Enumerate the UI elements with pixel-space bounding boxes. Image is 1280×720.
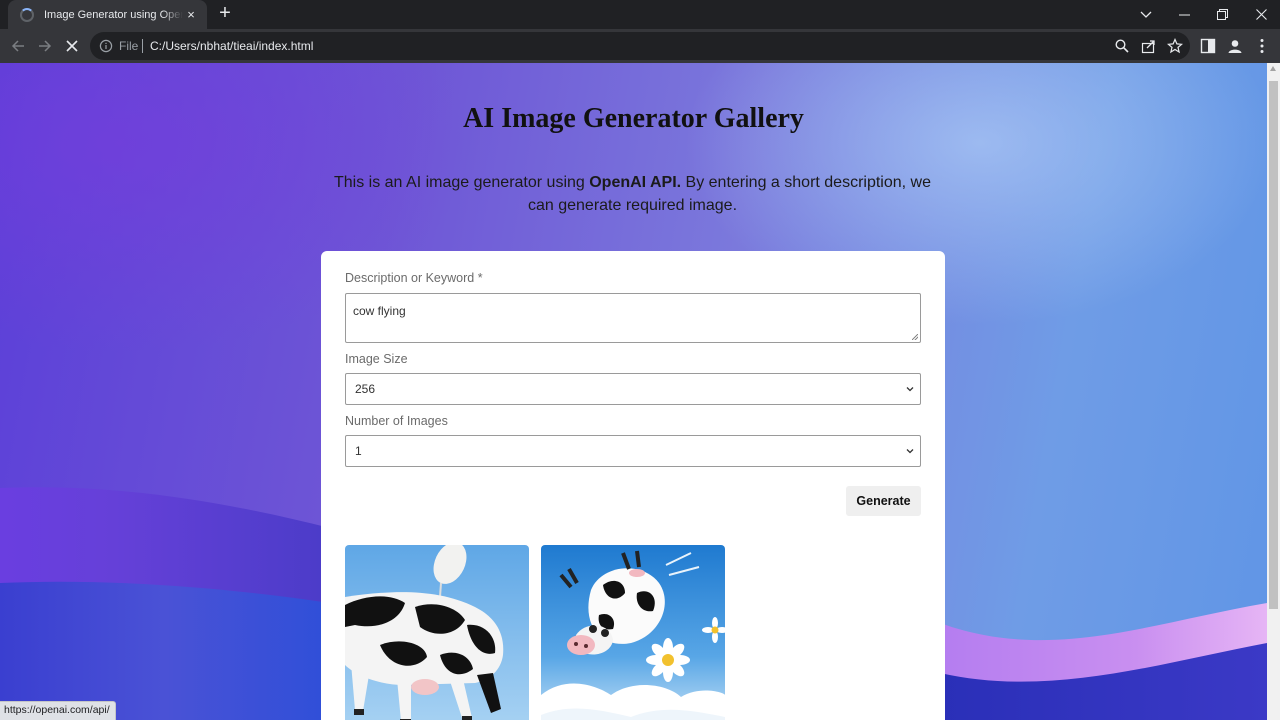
- profile-icon[interactable]: [1226, 37, 1244, 55]
- generated-image-2[interactable]: [541, 545, 725, 720]
- url-scheme-label: File: [119, 39, 139, 53]
- description-label: Description or Keyword *: [345, 271, 483, 285]
- description-textarea[interactable]: cow flying: [345, 293, 921, 343]
- cartoon-cow-image: [541, 545, 725, 720]
- browser-tab[interactable]: Image Generator using OpenAI API ×: [8, 0, 207, 29]
- star-icon[interactable]: [1167, 38, 1183, 54]
- share-icon[interactable]: [1141, 38, 1157, 54]
- image-size-value: 256: [355, 382, 376, 396]
- address-bar[interactable]: File C:/Users/nbhat/tieai/index.html: [90, 32, 1190, 60]
- scrollbar-thumb[interactable]: [1269, 81, 1278, 609]
- tab-strip: Image Generator using OpenAI API × +: [0, 0, 1280, 29]
- loading-spinner-icon: [20, 7, 34, 22]
- image-count-value: 1: [355, 444, 362, 458]
- intro-text-start: This is an AI image generator using: [333, 174, 590, 191]
- forward-arrow-icon[interactable]: [33, 34, 57, 58]
- close-icon[interactable]: ×: [183, 7, 199, 22]
- status-url-bubble: https://openai.com/api/: [0, 701, 116, 720]
- page-viewport: AI Image Generator Gallery This is an AI…: [0, 63, 1280, 720]
- flying-cow-image: [345, 545, 529, 720]
- omnibox-divider: [142, 39, 143, 53]
- info-icon[interactable]: [99, 39, 113, 53]
- browser-toolbar: File C:/Users/nbhat/tieai/index.html: [0, 29, 1280, 63]
- side-panel-icon[interactable]: [1199, 37, 1217, 55]
- tab-title: Image Generator using OpenAI API: [44, 8, 183, 21]
- openai-api-link[interactable]: OpenAI API.: [589, 174, 681, 191]
- description-value: cow flying: [353, 304, 406, 318]
- close-icon[interactable]: [1242, 0, 1280, 29]
- stop-loading-icon[interactable]: [60, 34, 84, 58]
- image-count-label: Number of Images: [345, 414, 448, 428]
- generate-button[interactable]: Generate: [846, 486, 921, 516]
- page-scrollbar[interactable]: [1267, 63, 1280, 720]
- intro-text: This is an AI image generator using Open…: [330, 171, 935, 217]
- generated-image-1[interactable]: [345, 545, 529, 720]
- resize-handle-icon[interactable]: [912, 334, 918, 340]
- generator-card: Description or Keyword * cow flying Imag…: [321, 251, 945, 720]
- image-size-label: Image Size: [345, 352, 408, 366]
- plus-icon[interactable]: +: [214, 3, 236, 25]
- minimize-icon[interactable]: [1165, 0, 1203, 29]
- chevron-down-icon: [906, 449, 914, 454]
- back-arrow-icon[interactable]: [6, 34, 30, 58]
- restore-icon[interactable]: [1203, 0, 1241, 29]
- url-text[interactable]: C:/Users/nbhat/tieai/index.html: [150, 39, 313, 53]
- chevron-down-icon[interactable]: [1127, 0, 1165, 29]
- chevron-down-icon: [906, 387, 914, 392]
- image-size-select[interactable]: 256: [345, 373, 921, 405]
- zoom-icon[interactable]: [1114, 38, 1130, 54]
- scroll-up-arrow-icon[interactable]: [1270, 66, 1276, 71]
- kebab-menu-icon[interactable]: [1253, 37, 1271, 55]
- page-title: AI Image Generator Gallery: [463, 103, 804, 134]
- image-count-select[interactable]: 1: [345, 435, 921, 467]
